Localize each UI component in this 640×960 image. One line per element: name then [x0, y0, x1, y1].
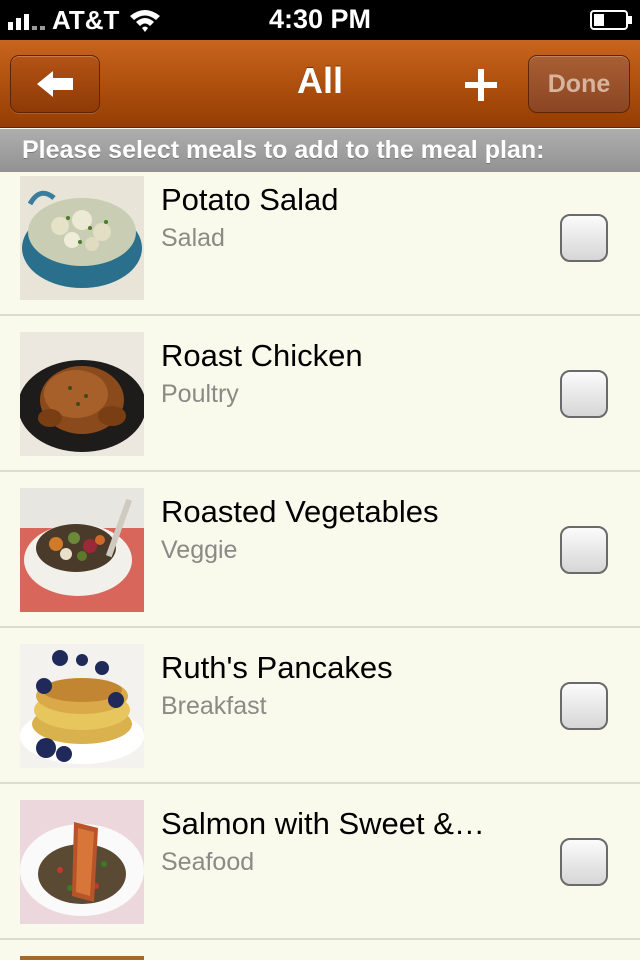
- meal-category: Seafood: [161, 848, 255, 876]
- status-time: 4:30 PM: [268, 4, 372, 34]
- meal-row-partial[interactable]: [0, 940, 640, 960]
- meal-thumbnail: [20, 644, 144, 768]
- meal-checkbox[interactable]: [560, 370, 608, 418]
- meal-row-roasted-vegetables[interactable]: Roasted Vegetables Veggie: [0, 472, 640, 628]
- meal-row-potato-salad[interactable]: Potato Salad Salad: [0, 160, 640, 316]
- meal-name: Salmon with Sweet &…: [161, 806, 485, 841]
- meal-thumbnail: [20, 800, 144, 924]
- back-arrow-icon: [37, 71, 73, 97]
- meal-name: Ruth's Pancakes: [161, 650, 393, 685]
- meal-category: Salad: [161, 224, 225, 252]
- meal-checkbox[interactable]: [560, 838, 608, 886]
- done-button[interactable]: Done: [528, 55, 630, 113]
- section-header: Please select meals to add to the meal p…: [0, 129, 640, 172]
- meal-checkbox[interactable]: [560, 214, 608, 262]
- meal-row-ruths-pancakes[interactable]: Ruth's Pancakes Breakfast: [0, 628, 640, 784]
- meal-thumbnail: [20, 176, 144, 300]
- meal-name: Roast Chicken: [161, 338, 363, 373]
- plus-icon: [465, 69, 497, 101]
- meal-name: Potato Salad: [161, 182, 339, 217]
- navigation-bar: All Done: [0, 40, 640, 128]
- meal-category: Breakfast: [161, 692, 267, 720]
- back-button[interactable]: [10, 55, 100, 113]
- battery-icon: [590, 10, 632, 30]
- meal-thumbnail: [20, 332, 144, 456]
- meal-row-salmon[interactable]: Salmon with Sweet &… Seafood: [0, 784, 640, 940]
- meal-category: Poultry: [161, 380, 239, 408]
- meal-row-roast-chicken[interactable]: Roast Chicken Poultry: [0, 316, 640, 472]
- meal-thumbnail: [20, 488, 144, 612]
- meal-list: Potato Salad Salad Roast Chicken Poultry: [0, 160, 640, 940]
- meal-thumbnail: [20, 956, 144, 960]
- add-meal-button[interactable]: [456, 62, 506, 108]
- meal-checkbox[interactable]: [560, 526, 608, 574]
- status-bar: AT&T 4:30 PM: [0, 0, 640, 40]
- meal-category: Veggie: [161, 536, 238, 564]
- meal-checkbox[interactable]: [560, 682, 608, 730]
- meal-name: Roasted Vegetables: [161, 494, 439, 529]
